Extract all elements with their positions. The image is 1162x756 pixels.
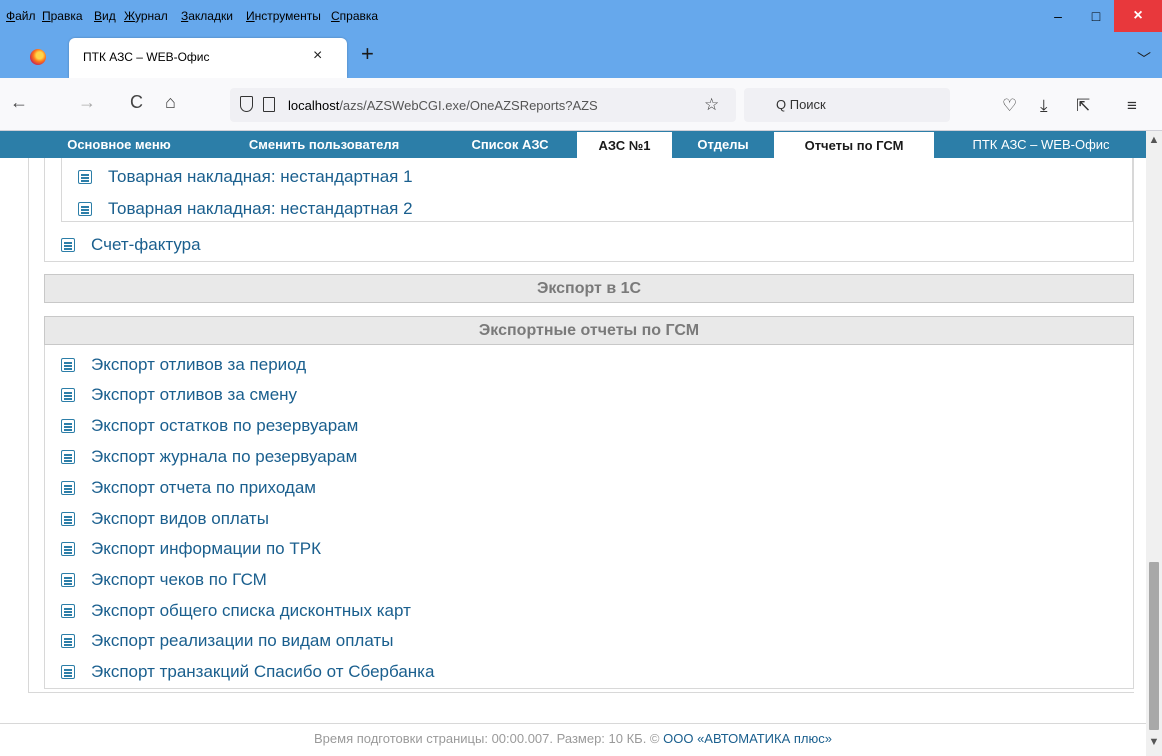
browser-tab-active[interactable]: ПТК АЗС – WEB-Офис × (69, 38, 347, 78)
page-info-icon[interactable] (263, 97, 275, 112)
tab-change-user[interactable]: Сменить пользователя (204, 131, 444, 158)
report-link-export-3[interactable]: Экспорт журнала по резервуарам (61, 446, 357, 468)
share-icon[interactable]: ⇱ (1076, 96, 1090, 116)
footer-divider (0, 723, 1146, 724)
document-icon (78, 202, 92, 216)
company-link[interactable]: ООО «АВТОМАТИКА плюс» (663, 731, 832, 746)
footer-text: Время подготовки страницы: 00:00.007. Ра… (314, 731, 664, 746)
tab-fuel-reports[interactable]: Отчеты по ГСМ (774, 132, 934, 158)
tab-brand-title: ПТК АЗС – WEB-Офис (972, 137, 1110, 152)
outer-frame-left (28, 158, 29, 692)
page-content: Основное меню Сменить пользователя Списо… (0, 131, 1146, 756)
scroll-thumb[interactable] (1149, 562, 1159, 730)
outer-frame-bottom (28, 692, 1134, 693)
report-link-nonstandard-1[interactable]: Товарная накладная: нестандартная 1 (78, 166, 413, 188)
tab-station-1[interactable]: АЗС №1 (577, 132, 672, 158)
report-link-export-5[interactable]: Экспорт видов оплаты (61, 508, 269, 530)
menu-edit[interactable]: Правка (42, 9, 83, 23)
page-nav: Основное меню Сменить пользователя Списо… (0, 131, 1146, 158)
close-window-button[interactable]: × (1114, 0, 1162, 32)
page-scrollbar[interactable]: ▲ ▼ (1146, 131, 1162, 756)
report-link-export-1[interactable]: Экспорт отливов за смену (61, 384, 297, 406)
document-icon (61, 665, 75, 679)
search-placeholder: Q Поиск (776, 97, 826, 112)
home-button[interactable]: ⌂ (165, 92, 176, 113)
tab-main-menu[interactable]: Основное меню (34, 131, 204, 158)
document-icon (61, 634, 75, 648)
report-link-export-10[interactable]: Экспорт транзакций Спасибо от Сбербанка (61, 661, 434, 683)
url-bar[interactable]: localhost/azs/AZSWebCGI.exe/OneAZSReport… (230, 88, 736, 122)
pocket-icon[interactable]: ♡ (1002, 96, 1017, 116)
tab-close-icon[interactable]: × (313, 47, 322, 65)
menu-tools[interactable]: Инструменты (246, 9, 321, 23)
bookmark-star-icon[interactable]: ☆ (704, 95, 719, 115)
document-icon (61, 481, 75, 495)
report-link-export-2[interactable]: Экспорт остатков по резервуарам (61, 415, 358, 437)
report-link-export-0[interactable]: Экспорт отливов за период (61, 354, 306, 376)
page-footer: Время подготовки страницы: 00:00.007. Ра… (0, 731, 1146, 746)
menu-view[interactable]: Вид (94, 9, 116, 23)
scroll-down-arrow-icon[interactable]: ▼ (1146, 736, 1162, 748)
document-icon (61, 542, 75, 556)
search-input[interactable]: Q Поиск (744, 88, 950, 122)
nav-bar: ← → C ⌂ localhost/azs/AZSWebCGI.exe/OneA… (0, 78, 1162, 131)
document-icon (61, 604, 75, 618)
document-icon (61, 388, 75, 402)
new-tab-button[interactable]: + (361, 43, 374, 65)
tracking-shield-icon[interactable] (240, 96, 253, 112)
report-link-export-8[interactable]: Экспорт общего списка дисконтных карт (61, 600, 411, 622)
report-link-export-4[interactable]: Экспорт отчета по приходам (61, 477, 316, 499)
document-icon (61, 358, 75, 372)
menu-bookmarks[interactable]: Закладки (181, 9, 233, 23)
tab-title: ПТК АЗС – WEB-Офис (83, 50, 210, 64)
menu-history[interactable]: Журнал (124, 9, 168, 23)
maximize-button[interactable]: □ (1078, 0, 1114, 32)
tab-strip: ПТК АЗС – WEB-Офис × + ﹀ (0, 32, 1162, 78)
document-icon (61, 238, 75, 252)
document-icon (78, 170, 92, 184)
report-link-invoice[interactable]: Счет-фактура (61, 234, 201, 256)
menu-help[interactable]: Справка (331, 9, 378, 23)
app-menu-icon[interactable]: ≡ (1127, 96, 1137, 116)
menu-file[interactable]: Файл (6, 9, 36, 23)
tab-station-list[interactable]: Список АЗС (444, 131, 576, 158)
scroll-up-arrow-icon[interactable]: ▲ (1146, 134, 1162, 146)
url-text[interactable]: localhost/azs/AZSWebCGI.exe/OneAZSReport… (288, 98, 696, 113)
document-icon (61, 419, 75, 433)
section-export-1c[interactable]: Экспорт в 1С (44, 274, 1134, 303)
firefox-logo-icon (30, 49, 46, 65)
forward-button[interactable]: → (78, 92, 96, 113)
minimize-button[interactable]: – (1040, 0, 1076, 32)
list-all-tabs-icon[interactable]: ﹀ (1137, 49, 1151, 69)
section-export-gsm[interactable]: Экспортные отчеты по ГСМ (44, 316, 1134, 345)
document-icon (61, 450, 75, 464)
document-icon (61, 512, 75, 526)
document-icon (61, 573, 75, 587)
report-link-nonstandard-2[interactable]: Товарная накладная: нестандартная 2 (78, 198, 413, 220)
reload-button[interactable]: C (130, 92, 143, 113)
report-link-export-7[interactable]: Экспорт чеков по ГСМ (61, 569, 267, 591)
menu-bar: Файл Правка Вид Журнал Закладки Инструме… (0, 0, 1162, 32)
downloads-icon[interactable]: ⤓ (1040, 96, 1048, 116)
back-button[interactable]: ← (10, 92, 28, 113)
browser-chrome: Файл Правка Вид Журнал Закладки Инструме… (0, 0, 1162, 131)
tab-departments[interactable]: Отделы (674, 131, 772, 158)
report-link-export-9[interactable]: Экспорт реализации по видам оплаты (61, 630, 393, 652)
report-link-export-6[interactable]: Экспорт информации по ТРК (61, 538, 321, 560)
